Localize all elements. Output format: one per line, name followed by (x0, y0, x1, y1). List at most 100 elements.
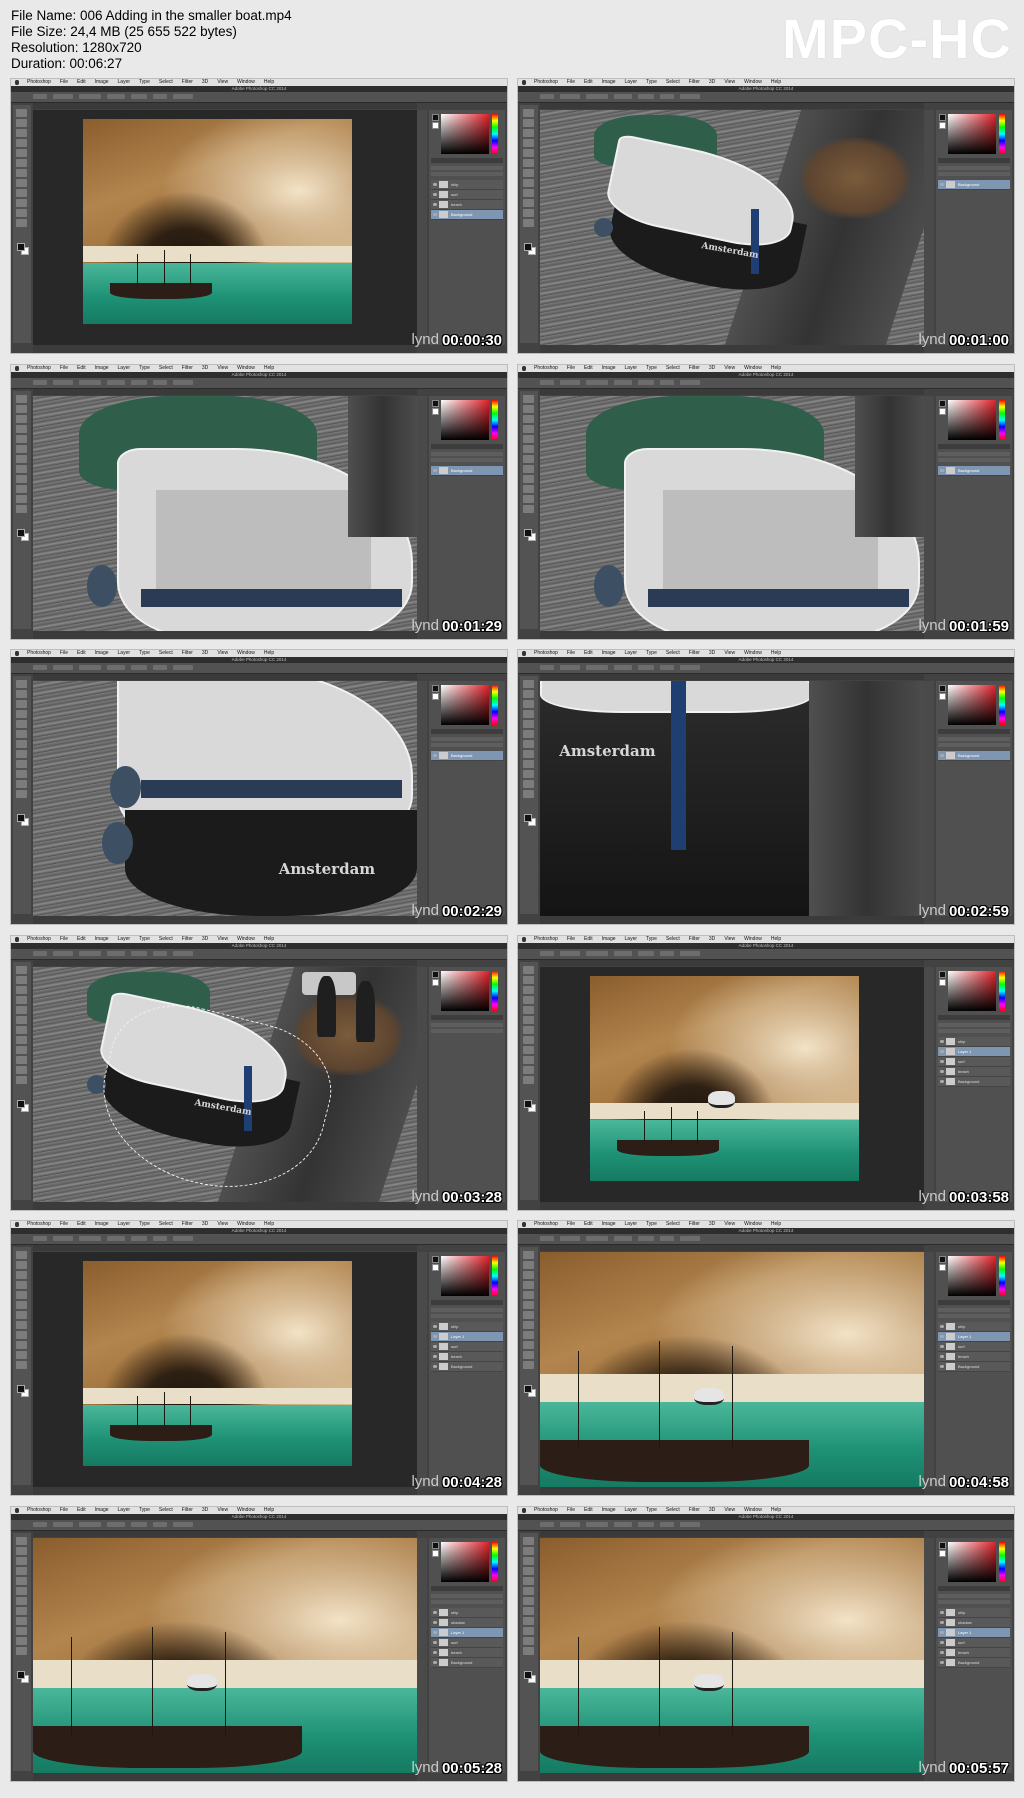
tool-button-icon[interactable] (16, 1597, 27, 1605)
eye-icon[interactable] (940, 1325, 944, 1328)
option-control[interactable] (153, 665, 167, 670)
menu-photoshop[interactable]: Photoshop (27, 1221, 51, 1227)
menu-file[interactable]: File (567, 936, 575, 942)
layer-row[interactable]: Background (431, 210, 503, 220)
option-control[interactable] (680, 94, 700, 99)
eye-icon[interactable] (433, 183, 437, 186)
option-control[interactable] (680, 1236, 700, 1241)
eye-icon[interactable] (433, 1611, 437, 1614)
tool-button-icon[interactable] (523, 1617, 534, 1625)
menu-type[interactable]: Type (139, 79, 150, 85)
menu-file[interactable]: File (567, 365, 575, 371)
eye-icon[interactable] (433, 754, 437, 757)
tool-button-icon[interactable] (523, 1537, 534, 1545)
canvas-area[interactable] (540, 396, 924, 631)
tool-button-icon[interactable] (523, 129, 534, 137)
collapsed-panel-strip[interactable] (417, 396, 427, 631)
option-control[interactable] (153, 94, 167, 99)
tool-button-icon[interactable] (523, 1046, 534, 1054)
menu-window[interactable]: Window (744, 365, 762, 371)
tool-button-icon[interactable] (523, 455, 534, 463)
tool-button-icon[interactable] (16, 1361, 27, 1369)
eye-icon[interactable] (433, 1345, 437, 1348)
menu-select[interactable]: Select (666, 1507, 680, 1513)
eye-icon[interactable] (433, 1325, 437, 1328)
menu-layer[interactable]: Layer (118, 365, 131, 371)
tool-button-icon[interactable] (16, 395, 27, 403)
eye-icon[interactable] (433, 1365, 437, 1368)
tool-button-icon[interactable] (16, 405, 27, 413)
tool-button-icon[interactable] (523, 1341, 534, 1349)
menu-filter[interactable]: Filter (689, 650, 700, 656)
menu-view[interactable]: View (724, 365, 735, 371)
tool-button-icon[interactable] (16, 680, 27, 688)
tool-button-icon[interactable] (16, 189, 27, 197)
tool-button-icon[interactable] (16, 750, 27, 758)
menu-select[interactable]: Select (666, 1221, 680, 1227)
menu-image[interactable]: Image (95, 1507, 109, 1513)
hue-slider[interactable] (492, 114, 498, 154)
menu-help[interactable]: Help (771, 1507, 781, 1513)
menu-photoshop[interactable]: Photoshop (534, 936, 558, 942)
menu-help[interactable]: Help (264, 365, 274, 371)
tool-button-icon[interactable] (523, 790, 534, 798)
tool-button-icon[interactable] (16, 1251, 27, 1259)
blend-mode-row[interactable] (431, 737, 503, 741)
menu-view[interactable]: View (217, 1221, 228, 1227)
layers-panel-tabs[interactable] (431, 1586, 503, 1591)
menu-edit[interactable]: Edit (584, 936, 593, 942)
menu-view[interactable]: View (217, 1507, 228, 1513)
option-control[interactable] (53, 665, 73, 670)
fg-swatch[interactable] (432, 1256, 439, 1263)
blend-mode-row[interactable] (938, 1308, 1010, 1312)
tool-button-icon[interactable] (16, 1301, 27, 1309)
color-picker-field[interactable] (441, 1542, 489, 1582)
tool-button-icon[interactable] (523, 425, 534, 433)
eye-icon[interactable] (940, 1040, 944, 1043)
tool-button-icon[interactable] (523, 495, 534, 503)
option-control[interactable] (540, 380, 554, 385)
bg-swatch[interactable] (432, 1264, 439, 1271)
menu-photoshop[interactable]: Photoshop (534, 79, 558, 85)
menu-edit[interactable]: Edit (77, 650, 86, 656)
option-control[interactable] (660, 94, 674, 99)
lock-row[interactable] (938, 1029, 1010, 1033)
collapsed-panel-strip[interactable] (924, 396, 934, 631)
menu-filter[interactable]: Filter (689, 79, 700, 85)
option-control[interactable] (560, 380, 580, 385)
option-control[interactable] (638, 1522, 654, 1527)
blend-mode-row[interactable] (938, 166, 1010, 170)
tool-button-icon[interactable] (16, 1006, 27, 1014)
lock-row[interactable] (938, 1314, 1010, 1318)
tool-button-icon[interactable] (523, 1016, 534, 1024)
lock-row[interactable] (431, 1029, 503, 1033)
option-control[interactable] (107, 1236, 125, 1241)
eye-icon[interactable] (940, 1080, 944, 1083)
menu-image[interactable]: Image (602, 1221, 616, 1227)
tool-button-icon[interactable] (523, 1066, 534, 1074)
menu-3d[interactable]: 3D (202, 936, 208, 942)
layer-row[interactable]: Background (938, 751, 1010, 761)
option-control[interactable] (638, 94, 654, 99)
option-control[interactable] (614, 380, 632, 385)
option-control[interactable] (540, 94, 554, 99)
canvas-area[interactable]: Amsterdam (33, 967, 417, 1202)
layers-panel-tabs[interactable] (938, 1586, 1010, 1591)
tool-button-icon[interactable] (16, 1311, 27, 1319)
tool-button-icon[interactable] (523, 435, 534, 443)
menu-3d[interactable]: 3D (202, 650, 208, 656)
tool-button-icon[interactable] (16, 1076, 27, 1084)
option-control[interactable] (173, 665, 193, 670)
option-control[interactable] (173, 1522, 193, 1527)
menu-help[interactable]: Help (771, 650, 781, 656)
document-tabs[interactable] (540, 103, 924, 109)
menu-window[interactable]: Window (237, 1221, 255, 1227)
menu-photoshop[interactable]: Photoshop (534, 650, 558, 656)
tool-button-icon[interactable] (523, 465, 534, 473)
menu-photoshop[interactable]: Photoshop (27, 79, 51, 85)
option-control[interactable] (680, 380, 700, 385)
option-control[interactable] (586, 1236, 608, 1241)
tool-button-icon[interactable] (16, 1567, 27, 1575)
menu-type[interactable]: Type (646, 1221, 657, 1227)
option-control[interactable] (53, 1236, 73, 1241)
